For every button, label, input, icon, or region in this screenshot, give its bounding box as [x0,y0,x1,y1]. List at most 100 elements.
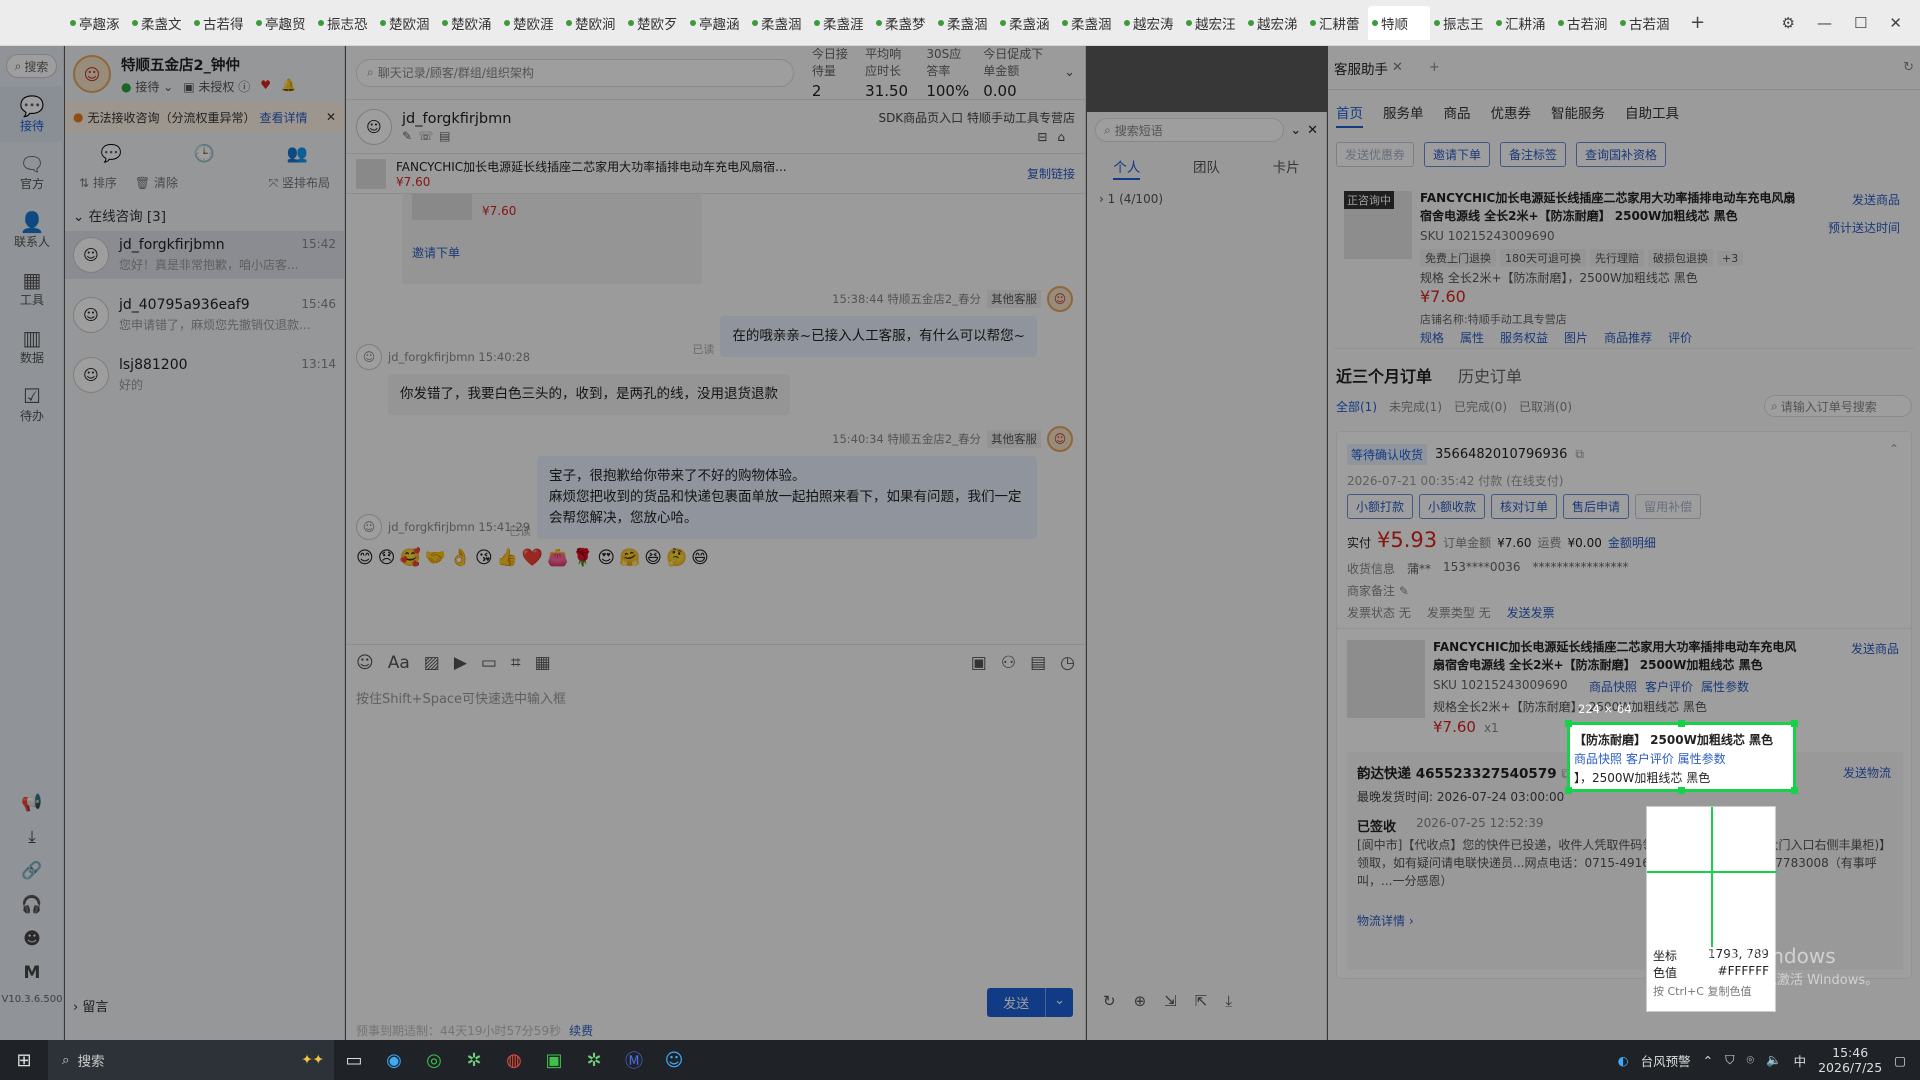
new-tab-button[interactable]: + [1678,12,1717,33]
app-jd-icon[interactable]: ☺ [654,1040,694,1080]
invite-order-link[interactable]: 邀请下单 [412,244,460,261]
wechat-icon[interactable]: ◎ [414,1040,454,1080]
history-orders-tab[interactable]: 历史订单 [1458,363,1522,387]
send-button[interactable]: 发送 [987,988,1046,1017]
order-filter[interactable]: 全部(1) [1336,398,1377,415]
layout-button[interactable]: ⤧ 竖排布局 [269,174,330,191]
sdk-entry-link[interactable]: SDK商品页入口 特顺手动工具专营店 [878,109,1075,126]
sort-button[interactable]: ⇅ 排序 [79,174,117,191]
app-star2-icon[interactable]: ✲ [574,1040,614,1080]
order-filter[interactable]: 已完成(0) [1454,398,1507,415]
copy-link-button[interactable]: 复制链接 [1027,165,1075,182]
quick-tab[interactable]: 卡片 [1273,156,1300,180]
resize-handle[interactable] [1678,787,1685,794]
bot-icon[interactable]: ☻ [0,922,64,956]
edge-icon[interactable]: ◉ [374,1040,414,1080]
robot-icon[interactable]: ⚇ [1001,653,1016,673]
tab-15[interactable]: 柔盏涵 [996,6,1058,40]
merchant-note[interactable]: 商家备注 ✎ [1347,582,1409,599]
online-header[interactable]: ⌄ 在线咨询 [3] [65,195,344,231]
tab-5[interactable]: 楚欧涸 [376,6,438,40]
assistant-tab[interactable]: 自助工具 [1625,102,1679,128]
customer-avatar[interactable]: ☺ [356,108,392,145]
tab-1[interactable]: 柔盏文 [128,6,190,40]
bell-icon[interactable]: 🔔 [281,78,296,95]
tab-20[interactable]: 汇耕蕾 [1306,6,1368,40]
close-icon[interactable]: ✕ [1889,14,1902,32]
link-icon[interactable]: 🔗 [0,854,64,888]
assistant-tab[interactable]: 首页 [1336,102,1363,128]
headset-icon[interactable]: 🎧 [0,888,64,922]
crop-icon[interactable]: ⌗ [511,653,521,673]
product-link[interactable]: 规格 [1420,329,1444,346]
tab-24[interactable]: 古若涧 [1554,6,1616,40]
resize-handle[interactable] [1678,720,1685,727]
taskbar-search[interactable]: ⌕ 搜索 ✦✦ [48,1040,334,1080]
nav-item-data[interactable]: ▥ 数据 [0,318,64,374]
quick-tab[interactable]: 团队 [1193,156,1220,180]
quick-tab[interactable]: 个人 [1113,156,1141,180]
import-icon[interactable]: ⇲ [1164,992,1177,1010]
tray-expand-icon[interactable]: ⌃ [1703,1053,1713,1068]
tab-11[interactable]: 柔盏涸 [748,6,810,40]
app-m-icon[interactable]: Ⓜ [614,1040,654,1080]
send-logistics-link[interactable]: 发送物流 [1843,764,1891,781]
tab-18[interactable]: 越宏汪 [1182,6,1244,40]
m-logo-icon[interactable]: M [0,956,64,990]
product-link[interactable]: 属性 [1460,329,1484,346]
group-tab-icon[interactable]: 👥 [287,144,308,164]
tab-0[interactable]: 亭趣涿 [66,6,128,40]
tab-19[interactable]: 越宏涕 [1244,6,1306,40]
table-icon[interactable]: ▦ [535,653,551,673]
tab-14[interactable]: 柔盏涸 [934,6,996,40]
recent-orders-tab[interactable]: 近三个月订单 [1336,363,1432,387]
tab-4[interactable]: 振志恐 [314,6,376,40]
tab-22[interactable]: 振志王 [1430,6,1492,40]
message-input[interactable]: 按住Shift+Space可快速选中输入框 [346,680,1085,1010]
order-search-input[interactable]: ⌕ 请输入订单号搜索 [1764,395,1912,417]
chat-search-input[interactable]: ⌕ 聊天记录/顾客/群组/组织架构 [356,58,794,87]
assistant-tab[interactable]: 商品 [1444,102,1471,128]
note-icon[interactable]: ▤ [439,129,456,143]
close-icon[interactable]: ✕ [326,110,336,124]
assistant-tab[interactable]: 优惠券 [1491,102,1532,128]
send-invoice-link[interactable]: 发送发票 [1507,604,1555,621]
font-icon[interactable]: Aa [388,653,410,673]
order-action-button[interactable]: 小额打款 [1347,494,1414,519]
volume-icon[interactable]: 🔈 [1766,1052,1782,1068]
chevron-down-icon[interactable]: ⌄ [1064,65,1075,80]
nav-item-contacts[interactable]: 👤 联系人 [0,202,64,258]
product-thumb[interactable] [356,158,386,189]
add-icon[interactable]: ⊕ [1134,992,1147,1010]
capture-selection-box[interactable]: 【防冻耐磨】 2500W加粗线芯 黑色 商品快照 客户评价 属性参数 】，250… [1565,720,1798,794]
chat-tab-icon[interactable]: 💬 [101,144,122,164]
send-product-link[interactable]: 发送商品 [1852,191,1900,208]
order-action-button[interactable]: 核对订单 [1491,494,1558,519]
agent-avatar[interactable]: ☺ [1047,286,1073,312]
add-tab-icon[interactable]: + [1429,60,1440,75]
minimize-icon[interactable]: — [1817,14,1832,32]
tab-17[interactable]: 越宏涛 [1120,6,1182,40]
sender-avatar[interactable]: ☺ [356,514,382,540]
conversation-item[interactable]: ☺ lsj881200 13:14 好的 [65,351,344,399]
order-filter[interactable]: 已取消(0) [1519,398,1572,415]
tab-9[interactable]: 楚欧歹 [624,6,686,40]
task-view-icon[interactable]: ▭ [334,1040,374,1080]
tab-7[interactable]: 楚欧涯 [500,6,562,40]
clock-icon[interactable]: ◷ [1060,653,1075,673]
image-icon[interactable]: ▨ [424,653,440,673]
comment-icon[interactable]: ▤ [1030,653,1046,673]
nav-item-reception[interactable]: 💬 接待 [0,86,64,142]
nav-search-button[interactable]: ⌕ 搜索 [6,54,57,78]
history-tab-icon[interactable]: 🕒 [194,144,215,164]
collapse-icon[interactable]: ⌄ [1290,123,1301,138]
app-star-icon[interactable]: ✲ [454,1040,494,1080]
assistant-action-button[interactable]: 邀请下单 [1424,142,1491,167]
tab-12[interactable]: 柔盏涯 [810,6,872,40]
order-send-product-link[interactable]: 发送商品 [1851,640,1899,657]
app-red-icon[interactable]: ◍ [494,1040,534,1080]
product-link[interactable]: 服务权益 [1500,329,1548,346]
windows-start-icon[interactable]: ⊞ [0,1040,48,1080]
app-chat-icon[interactable]: ▣ [534,1040,574,1080]
calendar-icon[interactable]: ▣ [971,653,987,673]
